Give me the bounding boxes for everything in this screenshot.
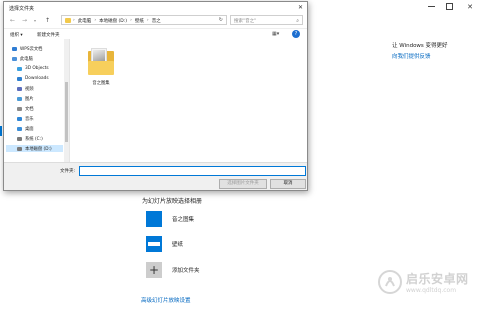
album-heading: 为幻灯片放映选择相册	[142, 198, 203, 205]
search-input[interactable]: 搜索"音之" ⌕	[230, 15, 303, 25]
nav-item[interactable]: 视频	[17, 85, 34, 92]
nav-item-label: WPS云文档	[20, 46, 43, 52]
navigation-pane: WPS云文档 此电脑 3D Objects Downloads 视频图片文档音乐桌面系统…	[4, 39, 70, 162]
nav-item[interactable]: WPS云文档	[12, 45, 42, 52]
minimize-icon[interactable]	[428, 6, 435, 7]
navigation-bar: ← → ▾ ↑ › 此电脑 › 本地磁盘 (D:) › 壁纸 › 音之 ↻ 搜索…	[4, 13, 307, 28]
album-label: 添加文件夹	[172, 268, 200, 274]
nav-item-icon	[17, 106, 22, 111]
dialog-toolbar: 组织 ▾ 新建文件夹 ▦▾ ?	[4, 28, 307, 39]
feedback-link[interactable]: 向我们提供反馈	[392, 52, 431, 60]
album-label: 壁纸	[172, 242, 184, 248]
up-arrow-icon[interactable]: ↑	[45, 17, 50, 24]
view-options-icon[interactable]: ▦▾	[272, 31, 279, 37]
select-folder-button[interactable]: 选择图片文件夹	[219, 179, 267, 189]
watermark-name: 启乐安卓网	[406, 272, 469, 286]
nav-item-icon	[12, 56, 17, 61]
nav-selection-indicator	[0, 126, 2, 136]
nav-item-icon	[17, 136, 22, 141]
nav-item-icon	[17, 76, 22, 81]
address-bar[interactable]: › 此电脑 › 本地磁盘 (D:) › 壁纸 › 音之 ↻	[61, 15, 227, 25]
album-label: 音之图集	[172, 217, 195, 223]
advanced-slideshow-link[interactable]: 高级幻灯片放映设置	[141, 296, 191, 304]
nav-item-label: Downloads	[25, 76, 49, 81]
nav-item[interactable]: Downloads	[17, 75, 49, 82]
watermark: 启乐安卓网 www.qdltdq.com	[378, 270, 469, 294]
improve-windows-title: 让 Windows 变得更好	[392, 43, 448, 49]
nav-item-icon	[17, 86, 22, 91]
watermark-logo-icon	[378, 270, 402, 294]
nav-item-label: 此电脑	[20, 56, 33, 62]
nav-item-label: 图片	[25, 96, 34, 102]
album-item-wallpaper[interactable]: 壁纸	[146, 236, 183, 252]
cancel-button[interactable]: 取消	[270, 179, 306, 189]
breadcrumb-item[interactable]: 此电脑	[78, 18, 92, 24]
folder-name-field[interactable]	[79, 166, 306, 176]
nav-item-icon	[17, 66, 22, 71]
folder-content-area: 音之图集	[70, 39, 307, 162]
forward-arrow-icon[interactable]: →	[22, 17, 27, 24]
folder-item[interactable]: 音之图集	[84, 47, 118, 93]
blue-square-icon	[146, 211, 162, 227]
chevron-down-icon[interactable]: ▾	[34, 18, 36, 23]
back-arrow-icon[interactable]: ←	[10, 17, 15, 24]
nav-item[interactable]: 系统 (C:)	[17, 135, 43, 142]
nav-item[interactable]: 文档	[17, 105, 34, 112]
filename-label: 文件夹:	[60, 169, 76, 174]
nav-item-label: 本地磁盘 (D:)	[25, 146, 52, 152]
nav-item-label: 文档	[25, 106, 34, 112]
folder-name: 音之图集	[92, 81, 110, 86]
wallpaper-icon	[146, 236, 162, 252]
nav-item[interactable]: 此电脑	[12, 55, 33, 62]
breadcrumb-item[interactable]: 壁纸	[135, 18, 144, 24]
search-icon: ⌕	[296, 18, 299, 24]
watermark-url: www.qdltdq.com	[406, 287, 457, 294]
nav-item-label: 系统 (C:)	[25, 136, 43, 142]
nav-item-icon	[17, 116, 22, 121]
nav-item[interactable]: 图片	[17, 95, 34, 102]
nav-item[interactable]: 3D Objects	[17, 65, 49, 72]
add-folder-button[interactable]: + 添加文件夹	[146, 262, 200, 278]
help-icon[interactable]: ?	[292, 30, 300, 38]
close-icon[interactable]: ✕	[466, 3, 474, 11]
nav-item-label: 音乐	[25, 116, 34, 122]
nav-item-icon	[17, 146, 22, 151]
maximize-icon[interactable]	[446, 3, 453, 10]
breadcrumb-item[interactable]: 音之	[152, 18, 161, 24]
nav-item-label: 桌面	[25, 126, 34, 132]
nav-item-icon	[12, 46, 17, 51]
select-folder-dialog: 选择文件夹 ✕ ← → ▾ ↑ › 此电脑 › 本地磁盘 (D:) › 壁纸 ›…	[3, 1, 308, 191]
refresh-icon[interactable]: ↻	[219, 17, 223, 23]
folder-icon	[65, 18, 71, 23]
plus-icon: +	[146, 262, 162, 278]
nav-item[interactable]: 本地磁盘 (D:)	[6, 145, 63, 152]
nav-scrollbar-thumb[interactable]	[65, 82, 68, 142]
close-icon[interactable]: ✕	[298, 4, 303, 11]
dialog-title: 选择文件夹	[9, 6, 35, 12]
dialog-titlebar[interactable]: 选择文件夹 ✕	[4, 2, 307, 13]
search-placeholder: 搜索"音之"	[234, 19, 257, 24]
album-item-yinzhi[interactable]: 音之图集	[146, 211, 194, 227]
breadcrumb: › 此电脑 › 本地磁盘 (D:) › 壁纸 › 音之	[73, 18, 161, 24]
nav-item[interactable]: 音乐	[17, 115, 34, 122]
dialog-footer: 文件夹: 选择图片文件夹 取消	[4, 162, 307, 190]
new-folder-button[interactable]: 新建文件夹	[37, 32, 60, 38]
breadcrumb-item[interactable]: 本地磁盘 (D:)	[99, 18, 127, 24]
nav-item[interactable]: 桌面	[17, 125, 34, 132]
organize-button[interactable]: 组织 ▾	[10, 32, 23, 38]
nav-item-label: 视频	[25, 86, 34, 92]
nav-item-label: 3D Objects	[25, 66, 49, 71]
nav-item-icon	[17, 126, 22, 131]
nav-item-icon	[17, 96, 22, 101]
